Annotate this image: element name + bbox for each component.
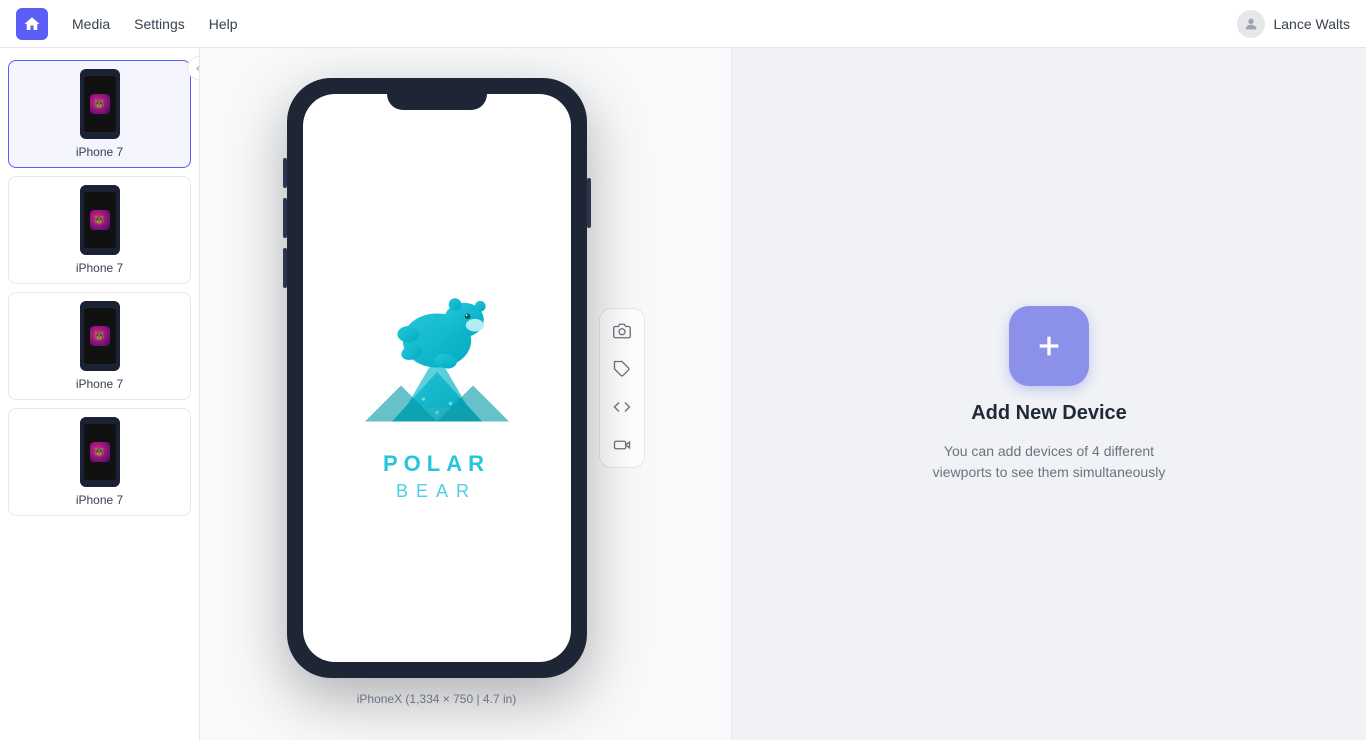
nav-settings[interactable]: Settings [134,12,185,36]
nav-menu: Media Settings Help [72,12,1213,36]
right-panel: Add New Device You can add devices of 4 … [732,48,1366,740]
device-thumb-4: 🐻 [80,417,120,487]
device-label-3: iPhone 7 [76,377,123,391]
phone-side-btn-right [587,178,591,228]
device-screen-1: 🐻 [84,76,116,132]
device-thumb-2: 🐻 [80,185,120,255]
polar-bear-logo [347,255,527,435]
polar-bear-text: POLAR BEAR [383,451,490,502]
nav-help[interactable]: Help [209,12,238,36]
device-label-1: iPhone 7 [76,145,123,159]
phone-wrapper: POLAR BEAR iPhoneX (1,334 × 750 | 4.7 in… [287,78,645,678]
home-logo[interactable] [16,8,48,40]
add-device-button[interactable] [1009,306,1089,386]
add-device-title: Add New Device [971,402,1127,425]
app-icon-2: 🐻 [90,210,110,230]
phone-toolbar [599,308,645,468]
device-screen-2: 🐻 [84,192,116,248]
phone-notch [387,88,487,110]
phone-side-btn-mute [283,158,287,188]
add-device-card: Add New Device You can add devices of 4 … [929,306,1169,483]
add-device-desc: You can add devices of 4 different viewp… [929,441,1169,483]
phone-screen: POLAR BEAR [303,94,571,662]
app-icon-4: 🐻 [90,442,110,462]
app-icon-3: 🐻 [90,326,110,346]
user-menu[interactable]: Lance Walts [1237,10,1350,38]
device-thumb-3: 🐻 [80,301,120,371]
device-label-2: iPhone 7 [76,261,123,275]
code-btn[interactable] [604,389,640,425]
camera-btn[interactable] [604,313,640,349]
device-card-2[interactable]: 🐻 iPhone 7 [8,176,191,284]
device-card-3[interactable]: 🐻 iPhone 7 [8,292,191,400]
phone-frame: POLAR BEAR iPhoneX (1,334 × 750 | 4.7 in… [287,78,587,678]
app-icon-1: 🐻 [90,94,110,114]
phone-side-btn-vol-up [283,198,287,238]
device-card-1[interactable]: 🐻 iPhone 7 [8,60,191,168]
app-content: POLAR BEAR [327,235,547,522]
bear-word: BEAR [396,481,477,502]
user-name: Lance Walts [1273,16,1350,32]
center-panel: POLAR BEAR iPhoneX (1,334 × 750 | 4.7 in… [200,48,732,740]
device-sidebar: « 🐻 iPhone 7 🐻 iPhone 7 🐻 [0,48,200,740]
device-label-4: iPhone 7 [76,493,123,507]
device-screen-3: 🐻 [84,308,116,364]
tag-btn[interactable] [604,351,640,387]
polar-word: POLAR [383,451,490,477]
nav-media[interactable]: Media [72,12,110,36]
main-layout: « 🐻 iPhone 7 🐻 iPhone 7 🐻 [0,48,1366,740]
phone-side-btn-vol-down [283,248,287,288]
device-card-4[interactable]: 🐻 iPhone 7 [8,408,191,516]
phone-info-label: iPhoneX (1,334 × 750 | 4.7 in) [357,692,517,706]
avatar [1237,10,1265,38]
top-nav: Media Settings Help Lance Walts [0,0,1366,48]
device-thumb-1: 🐻 [80,69,120,139]
video-btn[interactable] [604,427,640,463]
device-screen-4: 🐻 [84,424,116,480]
